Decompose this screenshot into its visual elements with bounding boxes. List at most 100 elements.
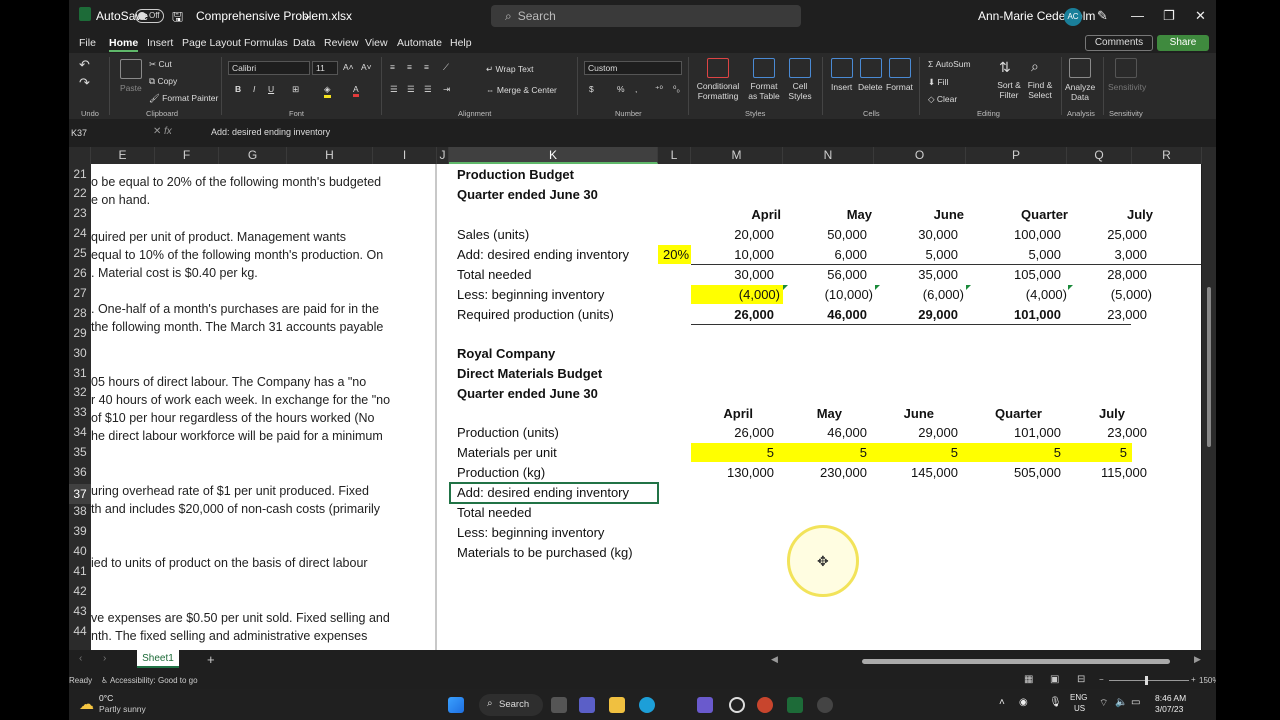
cell-styles-icon[interactable] (789, 58, 811, 78)
insert-button[interactable]: Insert (831, 82, 852, 92)
row-label[interactable]: Less: beginning inventory (457, 285, 604, 305)
cut-button[interactable]: ✂ Cut (149, 59, 172, 70)
format-cells-icon[interactable] (889, 58, 911, 78)
row-header[interactable]: 33 (69, 405, 91, 419)
shrink-font-icon[interactable]: A˅ (361, 62, 372, 72)
accessibility-status[interactable]: ♿ Accessibility: Good to go (101, 676, 198, 685)
header-april[interactable]: April (691, 205, 781, 225)
row-header[interactable]: 43 (69, 604, 91, 618)
col-h[interactable]: H (287, 147, 373, 164)
prev-sheet-icon[interactable]: ‹ (79, 653, 82, 664)
header-june[interactable]: June (871, 404, 934, 424)
row-header[interactable]: 38 (69, 504, 91, 518)
cell-value[interactable]: 115,000 (1071, 463, 1147, 483)
redo-icon[interactable]: ↷ (79, 75, 90, 91)
row-header[interactable]: 37 (69, 484, 91, 504)
page-break-view-icon[interactable]: ⊟ (1077, 674, 1085, 685)
formula-input[interactable]: Add: desired ending inventory (211, 127, 330, 137)
cell-value[interactable]: 5,000 (971, 245, 1061, 265)
orientation-icon[interactable]: ⟋ (443, 62, 449, 73)
next-sheet-icon[interactable]: › (103, 653, 106, 664)
delete-cells-icon[interactable] (860, 58, 882, 78)
format-painter-button[interactable]: 🖌 Format Painter (149, 93, 218, 104)
number-format-select[interactable]: Custom (584, 61, 682, 75)
analyze-data-button[interactable]: Analyze Data (1065, 82, 1095, 102)
row-label[interactable]: Add: desired ending inventory (457, 245, 629, 265)
sort-icon[interactable]: ⇅ (999, 59, 1011, 76)
close-icon[interactable]: ✕ (1195, 8, 1206, 24)
find-icon[interactable]: ⌕ (1031, 58, 1039, 75)
cell-value[interactable]: 5,000 (871, 245, 958, 265)
format-table-icon[interactable] (753, 58, 775, 78)
horizontal-scroll-thumb[interactable] (862, 659, 1170, 664)
tab-help[interactable]: Help (450, 37, 472, 49)
font-color-icon[interactable]: A (353, 84, 359, 97)
header-july[interactable]: July (1071, 404, 1125, 424)
row-header[interactable]: 28 (69, 306, 91, 320)
row-header[interactable]: 31 (69, 366, 91, 380)
mic-icon[interactable]: 🎙 (1049, 697, 1062, 708)
error-indicator[interactable] (966, 285, 971, 290)
format-button[interactable]: Format (886, 82, 913, 92)
col-k[interactable]: K (449, 147, 658, 164)
ending-inventory-percent[interactable]: 20% (663, 245, 689, 265)
clock-date[interactable]: 3/07/23 (1155, 704, 1183, 714)
pen-icon[interactable]: ✎ (1097, 8, 1108, 24)
cell-value[interactable]: 23,000 (1071, 423, 1147, 443)
increase-decimal-icon[interactable]: ⁺⁰ (655, 84, 663, 95)
company-name[interactable]: Royal Company (457, 344, 555, 364)
vertical-scrollbar[interactable] (1202, 147, 1216, 650)
autosum-button[interactable]: Σ AutoSum (928, 59, 971, 69)
windows-start-icon[interactable] (448, 697, 464, 713)
wifi-icon[interactable]: ⌔ (1099, 697, 1108, 710)
language-2[interactable]: US (1074, 704, 1085, 713)
cell-value[interactable]: 26,000 (691, 423, 774, 443)
col-p[interactable]: P (966, 147, 1067, 164)
teams-icon[interactable] (579, 697, 595, 713)
cell-value[interactable]: 5 (1071, 443, 1127, 463)
row-label[interactable]: Materials per unit (457, 443, 557, 463)
header-quarter[interactable]: Quarter (971, 205, 1068, 225)
zoom-level[interactable]: 150% (1199, 676, 1216, 685)
row-header[interactable]: 24 (69, 226, 91, 240)
scroll-left-icon[interactable]: ◀ (771, 654, 778, 665)
header-july[interactable]: July (1071, 205, 1153, 225)
row-label[interactable]: Total needed (457, 265, 531, 285)
zoom-out-icon[interactable]: − (1099, 675, 1104, 684)
restore-icon[interactable]: ❐ (1163, 8, 1175, 24)
wrap-text-button[interactable]: ↵ Wrap Text (486, 64, 533, 75)
header-april[interactable]: April (691, 404, 753, 424)
fill-button[interactable]: ⬇ Fill (928, 77, 948, 88)
cell-value[interactable]: 20,000 (691, 225, 774, 245)
row-label[interactable]: Add: desired ending inventory (457, 483, 629, 503)
paste-button[interactable]: Paste (120, 83, 142, 93)
battery-icon[interactable]: ▭ (1131, 697, 1140, 708)
row-label[interactable]: Materials to be purchased (kg) (457, 543, 633, 563)
row-header[interactable]: 40 (69, 544, 91, 558)
sheet-tab[interactable]: Sheet1 (137, 650, 179, 668)
cell-value[interactable]: 5 (971, 443, 1061, 463)
align-bottom-icon[interactable]: ≡ (424, 62, 429, 72)
cell-value[interactable]: 5 (871, 443, 958, 463)
align-center-icon[interactable]: ☰ (407, 84, 415, 95)
select-all[interactable] (69, 147, 91, 164)
cell-value[interactable]: 30,000 (871, 225, 958, 245)
find-select-button[interactable]: Find & Select (1024, 80, 1056, 100)
row-header[interactable]: 22 (69, 186, 91, 200)
error-indicator[interactable] (1068, 285, 1073, 290)
cell-value[interactable]: 30,000 (691, 265, 774, 285)
italic-icon[interactable]: I (253, 84, 255, 94)
row-label[interactable]: Sales (units) (457, 225, 529, 245)
cell-value[interactable]: (5,000) (1071, 285, 1152, 305)
cell-value[interactable]: (4,000) (691, 285, 780, 305)
cell-value[interactable]: 105,000 (971, 265, 1061, 285)
tab-view[interactable]: View (365, 37, 388, 49)
row-label[interactable]: Production (units) (457, 423, 559, 443)
row-header[interactable]: 34 (69, 425, 91, 439)
cell-value[interactable]: 35,000 (871, 265, 958, 285)
avatar[interactable]: AC (1064, 8, 1082, 26)
normal-view-icon[interactable]: ▦ (1024, 674, 1033, 685)
cell-value[interactable]: 3,000 (1071, 245, 1147, 265)
cell-value[interactable]: (4,000) (971, 285, 1067, 305)
col-l[interactable]: L (658, 147, 691, 164)
